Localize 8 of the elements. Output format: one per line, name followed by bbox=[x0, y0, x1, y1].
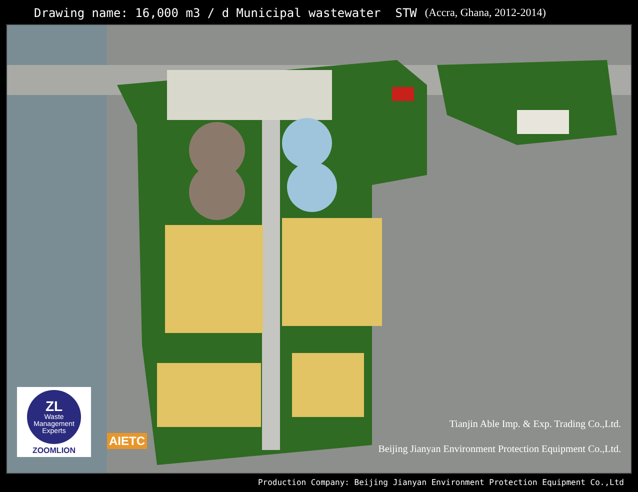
aietc-logo: AIETC bbox=[107, 433, 147, 449]
company-name: Tianjin Able Imp. & Exp. Trading Co.,Ltd. bbox=[449, 418, 621, 432]
drawing-title: Drawing name: 16,000 m3 / d Municipal wastewater STW bbox=[34, 5, 417, 22]
production-credit: Production Company: Beijing Jianyan Environment Protection Equipment Co.,Ltd bbox=[258, 477, 624, 489]
zoomlion-wordmark: ZOOMLION bbox=[32, 446, 76, 454]
location-note: (Accra, Ghana, 2012-2014) bbox=[424, 6, 546, 21]
zl-monogram: ZL bbox=[45, 398, 63, 412]
company-name: Beijing Jianyan Environment Protection Equipment Co.,Ltd. bbox=[378, 443, 621, 457]
